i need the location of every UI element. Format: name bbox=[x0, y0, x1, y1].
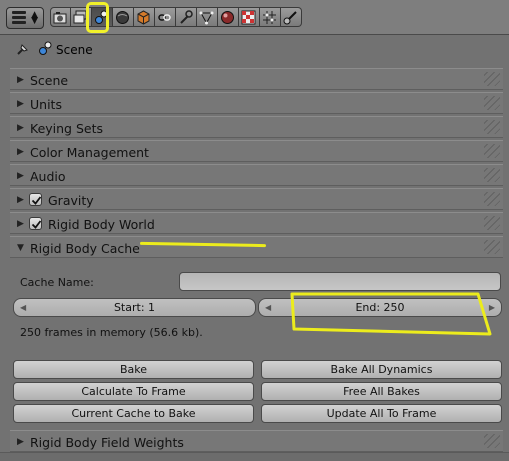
tab-render-layers[interactable] bbox=[71, 7, 92, 27]
increment-icon[interactable]: ▶ bbox=[489, 299, 495, 316]
object-data-icon bbox=[199, 11, 214, 25]
panel-rigid-body-field-weights[interactable]: ▶ Rigid Body Field Weights bbox=[10, 430, 503, 452]
modifiers-icon bbox=[180, 10, 193, 24]
particles-icon bbox=[263, 11, 276, 24]
panel-keying-sets[interactable]: ▶ Keying Sets bbox=[10, 116, 503, 138]
panel-gravity[interactable]: ▶ Gravity bbox=[10, 188, 503, 210]
constraints-icon bbox=[158, 14, 171, 21]
tab-object-data[interactable] bbox=[197, 7, 218, 27]
scene-icon bbox=[95, 10, 108, 24]
panel-title: Units bbox=[30, 97, 62, 112]
bake-all-dynamics-button[interactable]: Bake All Dynamics bbox=[261, 360, 502, 379]
texture-icon bbox=[241, 10, 256, 25]
tab-constraints[interactable] bbox=[155, 7, 176, 27]
tab-render[interactable] bbox=[50, 7, 71, 27]
tab-material[interactable] bbox=[218, 7, 239, 27]
panel-rigid-body-cache[interactable]: ▼ Rigid Body Cache bbox=[10, 236, 503, 258]
collapsed-icon: ▶ bbox=[17, 219, 24, 229]
end-frame-value: End: 250 bbox=[355, 301, 405, 314]
properties-header: ▲ ▼ bbox=[0, 0, 509, 35]
drag-handle[interactable] bbox=[484, 120, 500, 134]
tab-world[interactable] bbox=[113, 7, 134, 27]
breadcrumb: Scene bbox=[0, 36, 509, 64]
update-all-to-frame-button[interactable]: Update All To Frame bbox=[261, 404, 502, 423]
object-icon bbox=[137, 10, 150, 25]
scene-icon bbox=[39, 41, 52, 55]
tab-physics[interactable] bbox=[281, 7, 302, 27]
start-frame-field[interactable]: ◀ Start: 1 bbox=[13, 298, 256, 317]
panel-title: Color Management bbox=[30, 145, 149, 160]
rigid-body-world-checkbox[interactable] bbox=[29, 217, 42, 230]
checkmark-icon bbox=[31, 196, 42, 205]
panel-scene[interactable]: ▶ Scene bbox=[10, 68, 503, 90]
panel-color-management[interactable]: ▶ Color Management bbox=[10, 140, 503, 162]
chevron-updown-icon: ▲ ▼ bbox=[31, 10, 38, 26]
panel-audio[interactable]: ▶ Audio bbox=[10, 164, 503, 186]
physics-icon bbox=[283, 11, 297, 25]
material-icon bbox=[221, 11, 234, 24]
collapsed-icon: ▶ bbox=[17, 437, 24, 447]
cache-info: 250 frames in memory (56.6 kb). bbox=[20, 326, 203, 339]
decrement-icon[interactable]: ◀ bbox=[20, 299, 26, 316]
tab-modifiers[interactable] bbox=[176, 7, 197, 27]
pin-icon[interactable] bbox=[14, 42, 30, 58]
collapsed-icon: ▶ bbox=[17, 147, 24, 157]
drag-handle[interactable] bbox=[484, 96, 500, 110]
bake-button[interactable]: Bake bbox=[13, 360, 254, 379]
drag-handle[interactable] bbox=[484, 434, 500, 448]
gravity-checkbox[interactable] bbox=[29, 193, 42, 206]
drag-handle[interactable] bbox=[484, 192, 500, 206]
render-icon bbox=[53, 12, 67, 24]
drag-handle[interactable] bbox=[484, 240, 500, 254]
world-icon bbox=[116, 11, 129, 24]
cache-name-label: Cache Name: bbox=[20, 276, 94, 289]
panel-title: Scene bbox=[30, 73, 69, 88]
tab-texture[interactable] bbox=[239, 7, 260, 27]
end-frame-field[interactable]: ◀ End: 250 ▶ bbox=[258, 298, 502, 317]
drag-handle[interactable] bbox=[484, 168, 500, 182]
panel-title: Audio bbox=[30, 169, 66, 184]
checkmark-icon bbox=[31, 220, 42, 229]
calculate-to-frame-button[interactable]: Calculate To Frame bbox=[13, 382, 254, 401]
expanded-icon: ▼ bbox=[17, 243, 24, 253]
collapsed-icon: ▶ bbox=[17, 123, 24, 133]
rigid-body-cache-body: Cache Name: ◀ Start: 1 ◀ End: 250 ▶ 250 … bbox=[10, 258, 503, 430]
tab-particles[interactable] bbox=[260, 7, 281, 27]
collapsed-icon: ▶ bbox=[17, 171, 24, 181]
render-layers-icon bbox=[73, 10, 87, 24]
collapsed-icon: ▶ bbox=[17, 75, 24, 85]
decrement-icon[interactable]: ◀ bbox=[265, 299, 271, 316]
context-tabs bbox=[50, 7, 302, 27]
properties-editor-icon bbox=[12, 11, 26, 24]
free-all-bakes-button[interactable]: Free All Bakes bbox=[261, 382, 502, 401]
panel-title: Keying Sets bbox=[30, 121, 104, 136]
panel-title: Gravity bbox=[48, 193, 94, 208]
cache-name-field[interactable] bbox=[179, 272, 501, 291]
panel-rigid-body-world[interactable]: ▶ Rigid Body World bbox=[10, 212, 503, 234]
panel-title: Rigid Body Cache bbox=[30, 241, 140, 256]
panel-units[interactable]: ▶ Units bbox=[10, 92, 503, 114]
panel-title: Rigid Body World bbox=[48, 217, 155, 232]
collapsed-icon: ▶ bbox=[17, 99, 24, 109]
collapsed-icon: ▶ bbox=[17, 195, 24, 205]
tab-scene[interactable] bbox=[92, 7, 113, 27]
panel-title: Rigid Body Field Weights bbox=[30, 435, 184, 450]
breadcrumb-label: Scene bbox=[56, 43, 93, 57]
start-frame-value: Start: 1 bbox=[113, 301, 156, 314]
drag-handle[interactable] bbox=[484, 72, 500, 86]
editor-type-button[interactable]: ▲ ▼ bbox=[6, 7, 44, 29]
current-cache-to-bake-button[interactable]: Current Cache to Bake bbox=[13, 404, 254, 423]
drag-handle[interactable] bbox=[484, 216, 500, 230]
tab-object[interactable] bbox=[134, 7, 155, 27]
drag-handle[interactable] bbox=[484, 144, 500, 158]
